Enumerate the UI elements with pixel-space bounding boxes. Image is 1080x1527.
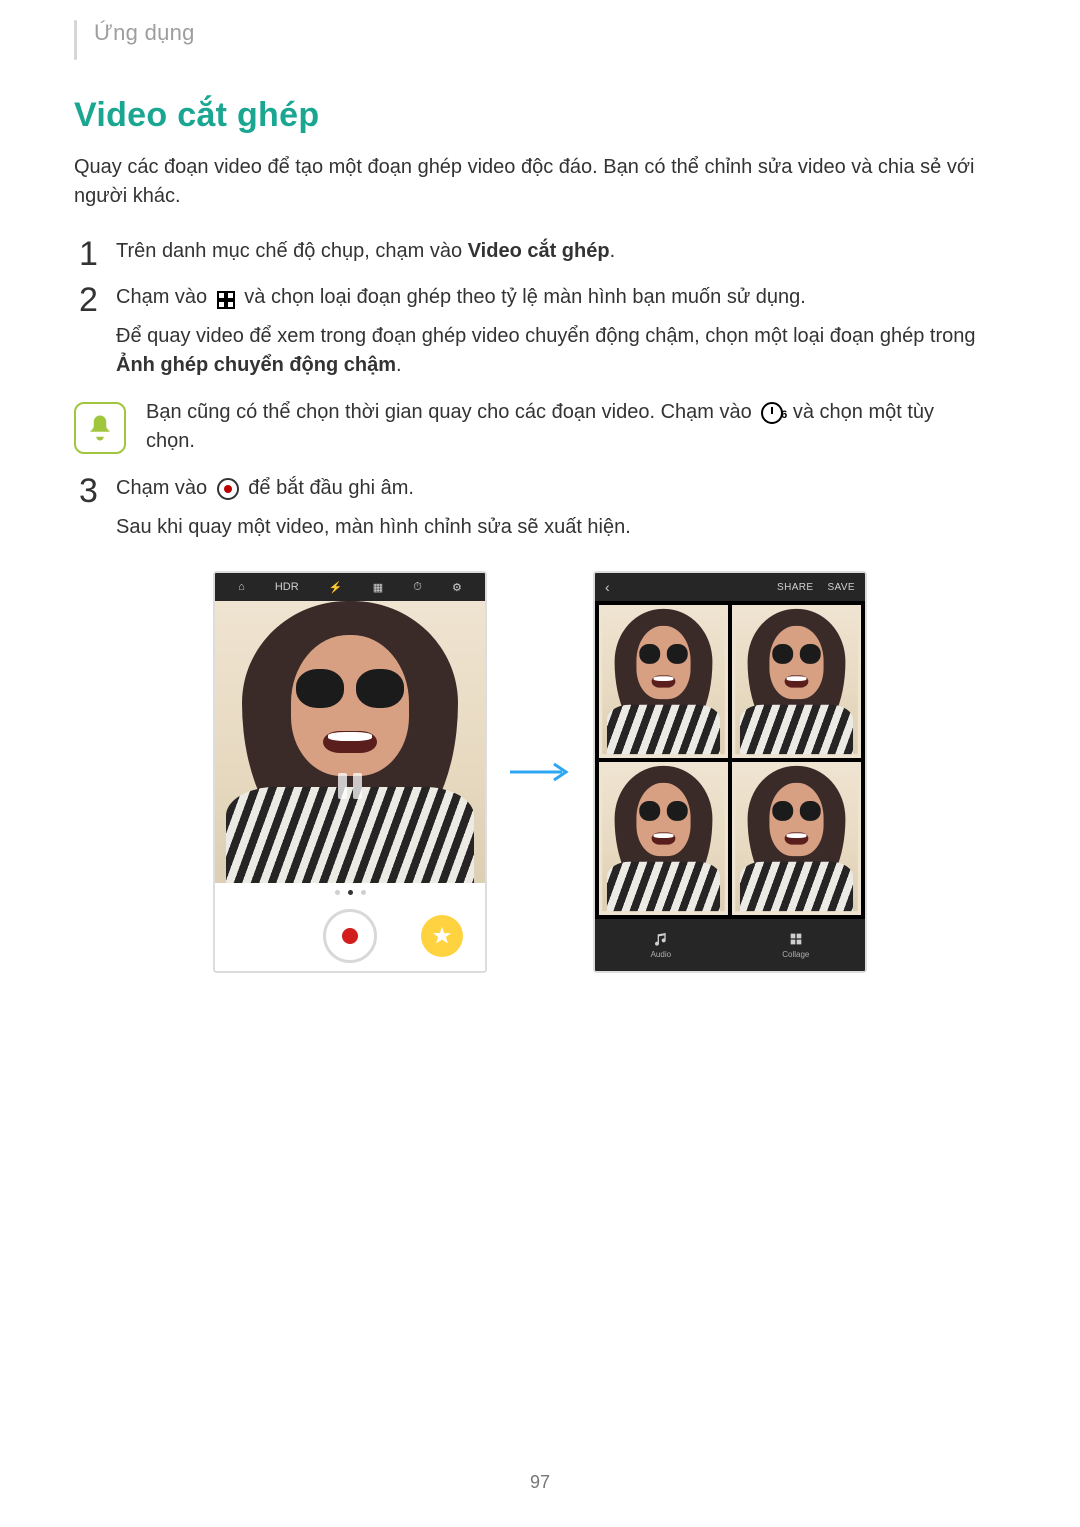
- page-title: Video cắt ghép: [74, 96, 1006, 135]
- editor-top-bar: ‹ SHARE SAVE: [595, 573, 865, 601]
- editor-bottom-bar: Audio Collage: [595, 919, 865, 971]
- share-button[interactable]: SHARE: [777, 582, 813, 593]
- camera-flash-icon[interactable]: ⚡: [329, 581, 343, 594]
- step-3-cont: Sau khi quay một video, màn hình chỉnh s…: [116, 513, 631, 542]
- back-button[interactable]: ‹: [605, 579, 610, 595]
- camera-bottom-bar: [215, 901, 485, 971]
- camera-home-icon[interactable]: ⌂: [238, 581, 245, 593]
- camera-viewfinder: [215, 601, 485, 883]
- record-icon: [217, 478, 239, 500]
- step-2-cont-c: .: [396, 354, 402, 376]
- collage-tile[interactable]: [732, 762, 861, 915]
- intro-paragraph: Quay các đoạn video để tạo một đoạn ghép…: [74, 153, 1004, 211]
- collage-tile[interactable]: [732, 605, 861, 758]
- collage-preview: [595, 601, 865, 919]
- mode-pager-dots: [215, 883, 485, 901]
- section-divider: [74, 20, 77, 60]
- step-2-cont-a: Để quay video để xem trong đoạn ghép vid…: [116, 325, 975, 347]
- step-3-text-b: để bắt đầu ghi âm.: [243, 477, 414, 499]
- collage-tile[interactable]: [599, 762, 728, 915]
- bell-icon: [74, 402, 126, 454]
- phone-editor: ‹ SHARE SAVE Audio Collage: [594, 572, 866, 972]
- step-1-bold: Video cắt ghép: [468, 240, 610, 262]
- pause-overlay-icon: [333, 769, 367, 803]
- tip-box: Bạn cũng có thể chọn thời gian quay cho …: [74, 398, 1006, 456]
- collage-grid-icon: [217, 291, 235, 309]
- step-1: 1 Trên danh mục chế độ chụp, chạm vào Vi…: [74, 237, 1006, 271]
- audio-tab[interactable]: Audio: [651, 931, 671, 959]
- camera-top-bar: ⌂ HDR ⚡ ▦ ⏱ ⚙: [215, 573, 485, 601]
- camera-collage-icon[interactable]: ▦: [373, 581, 383, 594]
- step-1-text-c: .: [610, 240, 616, 262]
- step-1-text-a: Trên danh mục chế độ chụp, chạm vào: [116, 240, 468, 262]
- step-3-text-a: Chạm vào: [116, 477, 213, 499]
- step-2: 2 Chạm vào và chọn loại đoạn ghép theo t…: [74, 283, 1006, 380]
- timer-icon: [761, 402, 783, 424]
- step-2-cont-b: Ảnh ghép chuyển động chậm: [116, 354, 396, 376]
- audio-label: Audio: [651, 950, 671, 959]
- camera-timer-icon[interactable]: ⏱: [413, 581, 422, 594]
- record-button[interactable]: [323, 909, 377, 963]
- camera-settings-icon[interactable]: ⚙: [452, 581, 462, 594]
- save-button[interactable]: SAVE: [827, 582, 855, 593]
- camera-hdr-icon[interactable]: HDR: [275, 581, 299, 593]
- step-number: 3: [74, 474, 102, 508]
- tip-text-a: Bạn cũng có thể chọn thời gian quay cho …: [146, 401, 757, 423]
- step-2-text-a: Chạm vào: [116, 286, 213, 308]
- phone-camera: ⌂ HDR ⚡ ▦ ⏱ ⚙: [214, 572, 486, 972]
- step-number: 1: [74, 237, 102, 271]
- collage-tile[interactable]: [599, 605, 728, 758]
- effects-button[interactable]: [421, 915, 463, 957]
- collage-tab[interactable]: Collage: [782, 931, 809, 959]
- figure: ⌂ HDR ⚡ ▦ ⏱ ⚙: [74, 572, 1006, 972]
- step-number: 2: [74, 283, 102, 317]
- step-2-text-b: và chọn loại đoạn ghép theo tỷ lệ màn hì…: [239, 286, 806, 308]
- collage-label: Collage: [782, 950, 809, 959]
- section-label: Ứng dụng: [94, 20, 1006, 46]
- page-number: 97: [0, 1472, 1080, 1493]
- arrow-icon: [508, 762, 572, 782]
- step-3: 3 Chạm vào để bắt đầu ghi âm. Sau khi qu…: [74, 474, 1006, 542]
